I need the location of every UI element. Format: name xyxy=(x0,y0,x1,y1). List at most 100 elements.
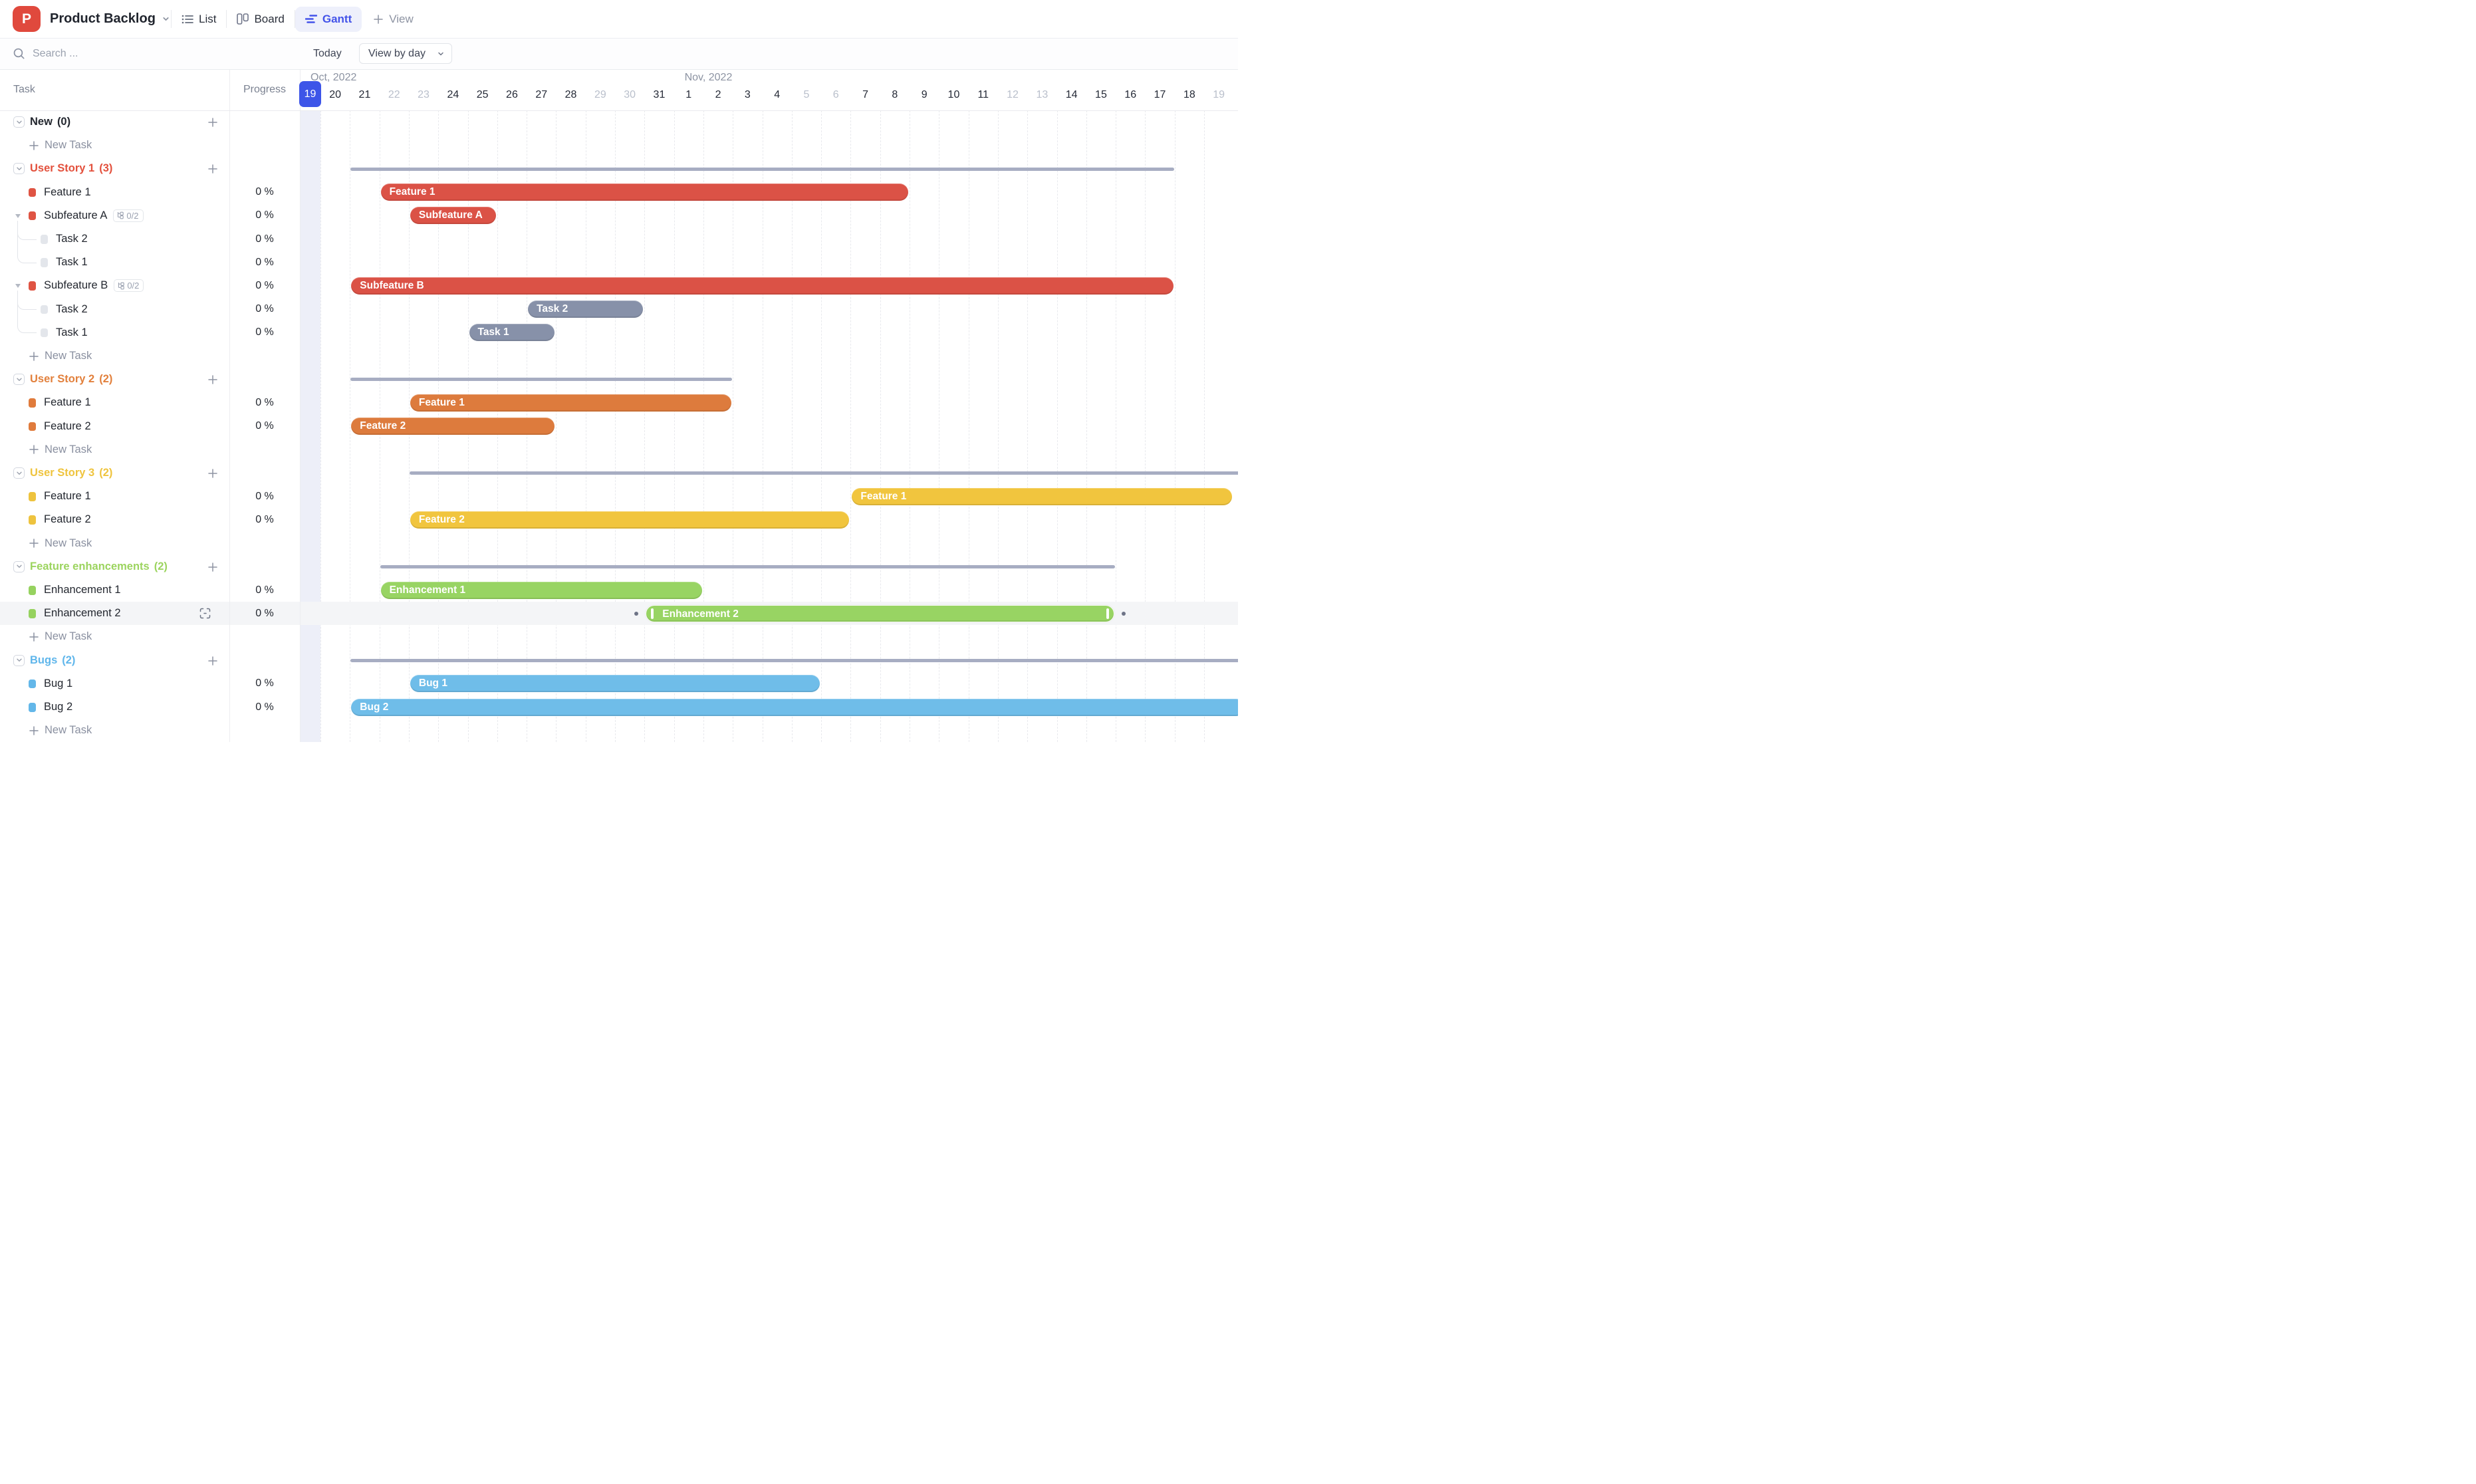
day-header-cell: 20 xyxy=(329,89,342,100)
gantt-summary-bar[interactable] xyxy=(350,378,733,382)
task-label: Bug 2 xyxy=(44,701,73,713)
today-button[interactable]: Today xyxy=(313,38,342,69)
add-task-button[interactable] xyxy=(207,374,219,386)
gantt-bar[interactable]: Task 2 xyxy=(528,301,644,318)
month-label: Nov, 2022 xyxy=(684,72,733,83)
new-task-row[interactable]: New Task xyxy=(0,719,1238,742)
tab-board[interactable]: Board xyxy=(227,7,294,32)
project-switcher[interactable]: Product Backlog xyxy=(50,0,170,38)
task-title: Task 2 xyxy=(56,298,88,321)
focus-task-icon[interactable] xyxy=(199,608,211,619)
group-name: User Story 2 xyxy=(30,373,95,386)
app: P Product Backlog List Board Gantt View Tod… xyxy=(0,0,1238,742)
day-header-cell: 19 xyxy=(1213,89,1225,100)
task-color-icon xyxy=(29,703,36,712)
task-label: Subfeature B xyxy=(44,279,108,292)
collapse-checkbox[interactable] xyxy=(13,116,25,128)
add-view-button[interactable]: View xyxy=(362,13,414,26)
gantt-bar[interactable]: Subfeature A xyxy=(410,207,496,225)
new-task-row[interactable]: New Task xyxy=(0,134,1238,157)
day-header-cell: 8 xyxy=(892,89,898,100)
tab-list[interactable]: List xyxy=(172,7,226,32)
add-task-button[interactable] xyxy=(207,163,219,175)
new-task-row[interactable]: New Task xyxy=(0,532,1238,555)
gantt-bar[interactable]: Task 1 xyxy=(469,324,555,342)
group-label: New (0) xyxy=(30,110,70,134)
new-task-row[interactable]: New Task xyxy=(0,625,1238,648)
gantt-bar-label: Feature 1 xyxy=(389,186,435,198)
gantt-summary-bar[interactable] xyxy=(350,167,1174,171)
gantt-summary-bar[interactable] xyxy=(409,471,1238,475)
new-task-button[interactable]: New Task xyxy=(29,532,92,555)
task-label: Subfeature A xyxy=(44,209,108,221)
collapse-toggle[interactable] xyxy=(15,213,21,218)
new-task-row[interactable]: New Task xyxy=(0,344,1238,368)
gantt-bar[interactable]: Subfeature B xyxy=(351,277,1174,295)
search-icon xyxy=(13,47,25,60)
task-cell: User Story 2 (2) xyxy=(0,368,229,391)
tab-gantt[interactable]: Gantt xyxy=(295,6,362,32)
group-label: Feature enhancements (2) xyxy=(30,555,168,578)
task-row[interactable]: Task 1 0 % xyxy=(0,321,1238,344)
progress-value: 0 % xyxy=(255,256,274,268)
day-header-cell: 17 xyxy=(1154,89,1166,100)
new-task-button[interactable]: New Task xyxy=(29,344,92,368)
plus-icon xyxy=(373,14,384,25)
gantt-bar[interactable]: Enhancement 2 xyxy=(646,604,1115,622)
day-header-cell: 21 xyxy=(358,89,371,100)
task-color-icon xyxy=(41,328,48,338)
gantt-bar[interactable]: Feature 1 xyxy=(380,184,908,201)
toolbar: Today View by day xyxy=(0,38,1238,70)
gantt-bar[interactable]: Feature 2 xyxy=(410,511,850,529)
collapse-checkbox[interactable] xyxy=(13,467,25,479)
group-label: Bugs (2) xyxy=(30,649,75,672)
search-box xyxy=(13,38,233,69)
collapse-toggle[interactable] xyxy=(15,284,21,289)
bar-connector-dot[interactable] xyxy=(1122,611,1126,616)
collapse-checkbox[interactable] xyxy=(13,374,25,386)
new-task-row[interactable]: New Task xyxy=(0,438,1238,461)
gantt-bar[interactable]: Feature 1 xyxy=(852,487,1233,505)
group-row[interactable]: New (0) xyxy=(0,110,1238,134)
bar-resize-handle-left[interactable] xyxy=(651,608,654,619)
gantt-summary-bar[interactable] xyxy=(350,658,1238,662)
collapse-checkbox[interactable] xyxy=(13,163,25,175)
new-task-button[interactable]: New Task xyxy=(29,719,92,742)
add-task-button[interactable] xyxy=(207,467,219,479)
task-cell: Feature 1 xyxy=(0,391,229,414)
plus-icon xyxy=(29,140,39,151)
progress-value: 0 % xyxy=(255,233,274,245)
task-color-icon xyxy=(29,515,36,525)
gantt-bar[interactable]: Bug 2 xyxy=(351,698,1238,716)
new-task-button[interactable]: New Task xyxy=(29,625,92,648)
gantt-bar[interactable]: Feature 1 xyxy=(410,394,732,412)
view-by-select[interactable]: View by day xyxy=(359,43,452,64)
day-header-cell: 5 xyxy=(803,89,810,100)
collapse-checkbox[interactable] xyxy=(13,654,25,666)
task-row[interactable]: Feature 2 0 % xyxy=(0,415,1238,438)
add-task-button[interactable] xyxy=(207,116,219,128)
task-title: Subfeature B 0/2 xyxy=(44,274,144,297)
bar-resize-handle-right[interactable] xyxy=(1106,608,1110,619)
task-color-icon xyxy=(29,492,36,501)
view-tabs: List Board Gantt View xyxy=(171,0,414,38)
project-logo[interactable]: P xyxy=(13,6,41,32)
gantt-bar-label: Enhancement 2 xyxy=(662,608,739,620)
search-input[interactable] xyxy=(31,47,233,61)
add-task-button[interactable] xyxy=(207,561,219,573)
task-row[interactable]: Task 1 0 % xyxy=(0,251,1238,274)
gantt-bar[interactable]: Enhancement 1 xyxy=(380,581,702,599)
task-row[interactable]: Task 2 0 % xyxy=(0,227,1238,251)
task-row[interactable]: Subfeature A 0/2 0 % xyxy=(0,204,1238,227)
collapse-checkbox[interactable] xyxy=(13,560,25,572)
new-task-button[interactable]: New Task xyxy=(29,134,92,157)
gantt-summary-bar[interactable] xyxy=(380,564,1116,568)
day-header-cell: 30 xyxy=(624,89,636,100)
gantt-bar[interactable]: Bug 1 xyxy=(410,675,820,693)
gantt-icon xyxy=(305,14,317,24)
day-header-cell: 2 xyxy=(715,89,721,100)
new-task-button[interactable]: New Task xyxy=(29,438,92,461)
gantt-bar[interactable]: Feature 2 xyxy=(351,418,555,435)
group-count: (3) xyxy=(99,162,113,175)
add-task-button[interactable] xyxy=(207,655,219,667)
